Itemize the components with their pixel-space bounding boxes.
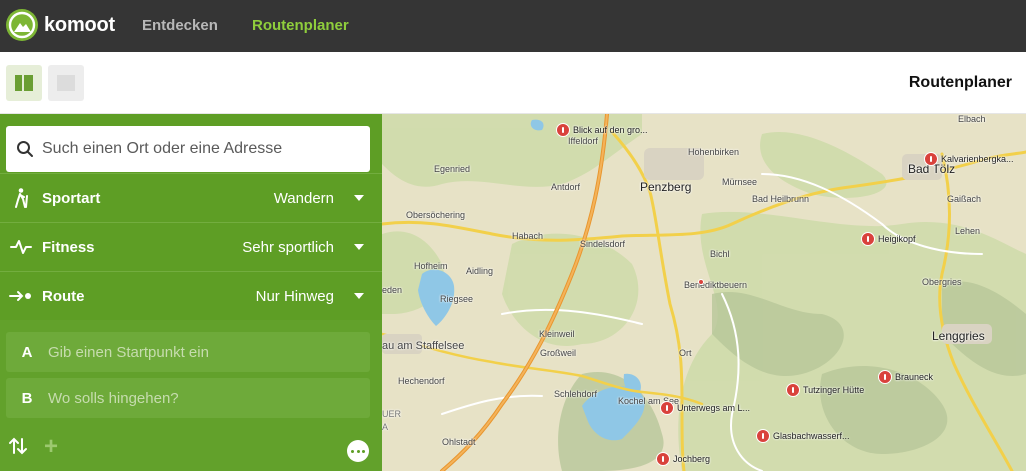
map-place-label: Benediktbeuern (684, 280, 748, 290)
map-place-label: Hohenbirken (688, 147, 740, 157)
map-place-label: Ohlstadt (442, 437, 476, 447)
chevron-down-icon (354, 293, 364, 299)
route-type-selector[interactable]: Route Nur Hinweg (0, 271, 382, 320)
map-place-label: Mürnsee (722, 177, 758, 187)
split-view-button[interactable] (6, 65, 42, 101)
sport-type-label: Sportart (42, 189, 101, 207)
map-place-label: Aidling (466, 266, 494, 276)
search-input[interactable] (42, 140, 342, 158)
waypoint-start[interactable]: A (6, 332, 370, 372)
map-highlight-poi[interactable]: Glasbachwasserf... (756, 429, 850, 443)
map-place-label: Gaißach (947, 194, 982, 204)
nav-entdecken[interactable]: Entdecken (142, 0, 218, 52)
hiking-highlight-icon (656, 452, 670, 466)
map-marker-icon[interactable] (698, 279, 704, 285)
chevron-down-icon (354, 195, 364, 201)
map-highlight-poi[interactable]: Jochberg (656, 452, 710, 466)
map-highlight-poi[interactable]: Brauneck (878, 370, 933, 384)
add-waypoint-icon[interactable]: + (44, 435, 58, 459)
map-highlight-poi[interactable]: Blick auf den gro... (556, 123, 648, 137)
hiking-highlight-icon (878, 370, 892, 384)
map-highlight-poi[interactable]: Unterwegs am L... (660, 401, 750, 415)
sport-type-value: Wandern (273, 189, 334, 207)
waypoint-letter: B (21, 389, 33, 407)
map-place-label: Lehen (955, 226, 981, 236)
top-navigation-bar: komoot Entdecken Routenplaner (0, 0, 1026, 52)
map-place-label: Iffeldorf (568, 136, 598, 146)
waypoint-destination[interactable]: B (6, 378, 370, 418)
map-highlight-poi[interactable]: Tutzinger Hütte (786, 383, 864, 397)
hiker-icon (15, 188, 28, 208)
more-options-icon[interactable] (347, 440, 369, 462)
map-town-label: Lenggries (932, 329, 985, 343)
map-place-label: Antdorf (551, 182, 581, 192)
page-title: Routenplaner (908, 74, 1012, 91)
hiking-highlight-icon (861, 232, 875, 246)
start-point-input[interactable] (48, 343, 348, 361)
pulse-icon (10, 240, 32, 254)
map-place-label: Schlehdorf (554, 389, 598, 399)
map-place-label: A (382, 422, 389, 432)
hiking-highlight-icon (924, 152, 938, 166)
map-place-label: Egenried (434, 164, 471, 174)
komoot-logo-icon (6, 9, 38, 41)
map-place-label: Riegsee (440, 294, 474, 304)
map-place-label: Habach (512, 231, 544, 241)
map-place-label: eden (382, 285, 403, 295)
route-type-label: Route (42, 287, 85, 305)
route-arrow-icon (9, 291, 31, 301)
map-place-label: Obersöchering (406, 210, 466, 220)
map-view-icon (57, 75, 75, 91)
map-view-button[interactable] (48, 65, 84, 101)
map-place-label: Hechendorf (398, 376, 445, 386)
hiking-highlight-icon (556, 123, 570, 137)
map-place-label: Bichl (710, 249, 730, 259)
swap-waypoints-icon[interactable] (8, 436, 28, 461)
map-place-label: UER (382, 409, 402, 419)
hiking-highlight-icon (660, 401, 674, 415)
map-place-label: Sindelsdorf (580, 239, 626, 249)
map-highlight-poi[interactable]: Heigikopf (861, 232, 916, 246)
destination-input[interactable] (48, 389, 348, 407)
fitness-label: Fitness (42, 238, 95, 256)
toolbar: Routenplaner (0, 52, 1026, 114)
route-planner-panel: Sportart Wandern Fitness Sehr sportlich … (0, 114, 382, 471)
map-place-label: Hofheim (414, 261, 448, 271)
hiking-highlight-icon (786, 383, 800, 397)
map-place-label: Bad Heilbrunn (752, 194, 810, 204)
route-type-value: Nur Hinweg (255, 287, 334, 305)
sport-type-selector[interactable]: Sportart Wandern (0, 173, 382, 222)
map-place-label: au am Staffelsee (382, 340, 465, 352)
hiking-highlight-icon (756, 429, 770, 443)
map-place-label: Obergries (922, 277, 962, 287)
split-view-icon (15, 75, 33, 91)
fitness-selector[interactable]: Fitness Sehr sportlich (0, 222, 382, 271)
map-view[interactable]: Penzberg Bad Tölz Lenggries Elbach Iffel… (382, 114, 1026, 471)
map-place-label: Großweil (540, 348, 577, 358)
komoot-logo[interactable]: komoot (6, 8, 115, 42)
brand-name: komoot (44, 13, 116, 36)
search-box[interactable] (6, 126, 370, 172)
fitness-value: Sehr sportlich (242, 238, 334, 256)
map-town-label: Penzberg (640, 180, 692, 194)
map-highlight-poi[interactable]: Kalvarienbergka... (924, 152, 1014, 166)
map-place-label: Kleinweil (539, 329, 575, 339)
chevron-down-icon (354, 244, 364, 250)
waypoint-letter: A (21, 343, 33, 361)
nav-routenplaner[interactable]: Routenplaner (252, 0, 349, 52)
map-place-label: Elbach (958, 114, 986, 124)
search-icon (17, 141, 33, 157)
map-place-label: Ort (679, 348, 692, 358)
